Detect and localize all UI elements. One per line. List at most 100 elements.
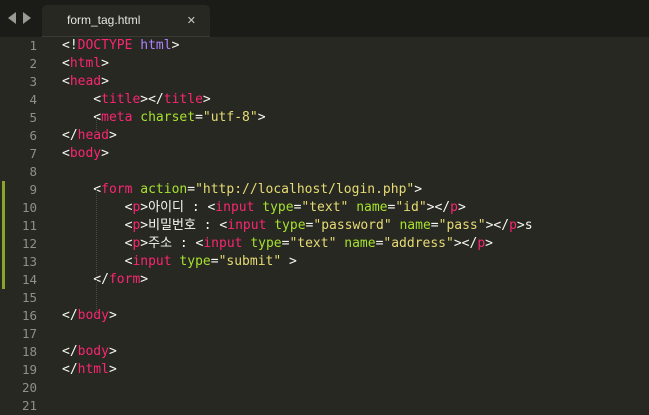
line-number: 20 (21, 380, 37, 395)
code-token: > (457, 200, 466, 215)
code-token: > (101, 74, 109, 89)
code-token: > (108, 128, 117, 143)
code-token: html (140, 38, 172, 53)
code-line[interactable]: 14 </form> (0, 271, 649, 289)
code-token: "id" (395, 200, 427, 215)
close-icon[interactable]: ✕ (187, 14, 196, 28)
code-line[interactable]: 2 <html> (0, 55, 649, 73)
line-number: 8 (29, 164, 37, 179)
code-line[interactable]: 18 </body> (0, 343, 649, 361)
chevron-left-icon[interactable] (8, 12, 17, 24)
code-token: </ (62, 362, 78, 377)
code-text: <meta charset="utf-8"> (62, 109, 265, 127)
code-token: DOCTYPE (77, 38, 133, 53)
code-token: p (477, 236, 486, 251)
code-token: "address" (383, 236, 454, 251)
code-token: ></ (485, 218, 510, 233)
code-text: </head> (62, 127, 117, 145)
code-token: "submit" (218, 254, 282, 269)
code-token: "text" (301, 200, 349, 215)
code-text: <!DOCTYPE html> (62, 37, 179, 55)
code-line[interactable]: 15 (0, 289, 649, 307)
line-number: 16 (21, 308, 37, 323)
code-line[interactable]: 19 </html> (0, 361, 649, 379)
code-line[interactable]: 10 <p>아이디 : <input type="text" name="id"… (0, 199, 649, 217)
code-line[interactable]: 13 <input type="submit" > (0, 253, 649, 271)
code-token: </ (62, 344, 78, 359)
code-token: >s (516, 218, 533, 233)
line-number: 4 (29, 92, 37, 107)
code-token: action (140, 182, 188, 197)
tab-title: form_tag.html (67, 13, 141, 27)
line-number: 17 (21, 326, 37, 341)
code-token: > (108, 308, 117, 323)
code-token: body (77, 308, 109, 323)
code-token: name (356, 200, 388, 215)
code-line[interactable]: 6 </head> (0, 127, 649, 145)
code-token: = (210, 254, 219, 269)
code-token: < (62, 218, 133, 233)
code-line[interactable]: 4 <title></title> (0, 91, 649, 109)
line-number: 10 (21, 200, 37, 215)
code-editor[interactable]: 1 <!DOCTYPE html> 2 <html> 3 <head> 4 <title><… (0, 37, 649, 413)
line-number: 6 (29, 128, 37, 143)
code-token: >아이디 : < (140, 200, 216, 215)
code-token: html (77, 362, 109, 377)
code-line[interactable]: 3 <head> (0, 73, 649, 91)
code-token: input (132, 254, 172, 269)
code-token: > (485, 236, 493, 251)
code-line[interactable]: 1 <!DOCTYPE html> (0, 37, 649, 55)
code-token: < (62, 254, 133, 269)
code-token: </ (62, 308, 78, 323)
code-token: p (509, 218, 517, 233)
code-text: <html> (62, 55, 109, 73)
code-line[interactable]: 5 <meta charset="utf-8"> (0, 109, 649, 127)
line-number: 7 (29, 146, 37, 161)
code-token: title (101, 92, 141, 107)
code-token: ></ (140, 92, 164, 107)
code-line[interactable]: 9 <form action="http://localhost/login.p… (0, 181, 649, 199)
code-token: > (101, 146, 109, 161)
code-line[interactable]: 11 < p >비밀번호 : <input type = "password" name… (0, 217, 649, 235)
code-token: > (140, 272, 149, 287)
code-token: html (69, 56, 102, 71)
code-token: type (250, 236, 282, 251)
line-number: 11 (21, 218, 37, 233)
code-line[interactable]: 7 <body> (0, 145, 649, 163)
line-number: 12 (21, 236, 37, 251)
code-line[interactable]: 16 </body> (0, 307, 649, 325)
indent-guide (96, 189, 97, 315)
code-token: meta (101, 110, 133, 125)
code-token: >주소 : < (140, 236, 204, 251)
code-token: "utf-8" (202, 110, 258, 125)
code-token: = (195, 110, 203, 125)
tab-form-tag-html[interactable]: form_tag.html ✕ (42, 5, 210, 37)
code-line[interactable]: 20 (0, 379, 649, 397)
tab-bar: form_tag.html ✕ (0, 0, 649, 38)
code-token: > (281, 254, 297, 269)
code-text: <p>주소 : <input type="text" name="address… (62, 235, 493, 253)
code-line[interactable]: 17 (0, 325, 649, 343)
code-token: > (414, 182, 423, 197)
code-token: input (227, 218, 267, 233)
code-token: p (450, 200, 458, 215)
code-line[interactable]: 12 <p>주소 : <input type="text" name="addr… (0, 235, 649, 253)
code-token: </ (62, 128, 78, 143)
line-number: 18 (21, 344, 37, 359)
code-token: >비밀번호 : < (140, 218, 228, 233)
code-token: "text" (289, 236, 337, 251)
code-token: > (171, 38, 180, 53)
code-token: "pass" (438, 218, 486, 233)
code-token: head (77, 128, 109, 143)
code-line[interactable]: 8 (0, 163, 649, 181)
code-token: "http://localhost/login.php" (195, 182, 415, 197)
line-number: 19 (21, 362, 37, 377)
code-token: name (399, 218, 431, 233)
code-token: type (179, 254, 211, 269)
code-token: < (62, 74, 70, 89)
chevron-right-icon[interactable] (22, 12, 31, 24)
code-token: < (62, 236, 133, 251)
code-text: </form> (62, 271, 148, 289)
code-text: </body> (62, 343, 117, 361)
line-number: 1 (29, 38, 37, 53)
